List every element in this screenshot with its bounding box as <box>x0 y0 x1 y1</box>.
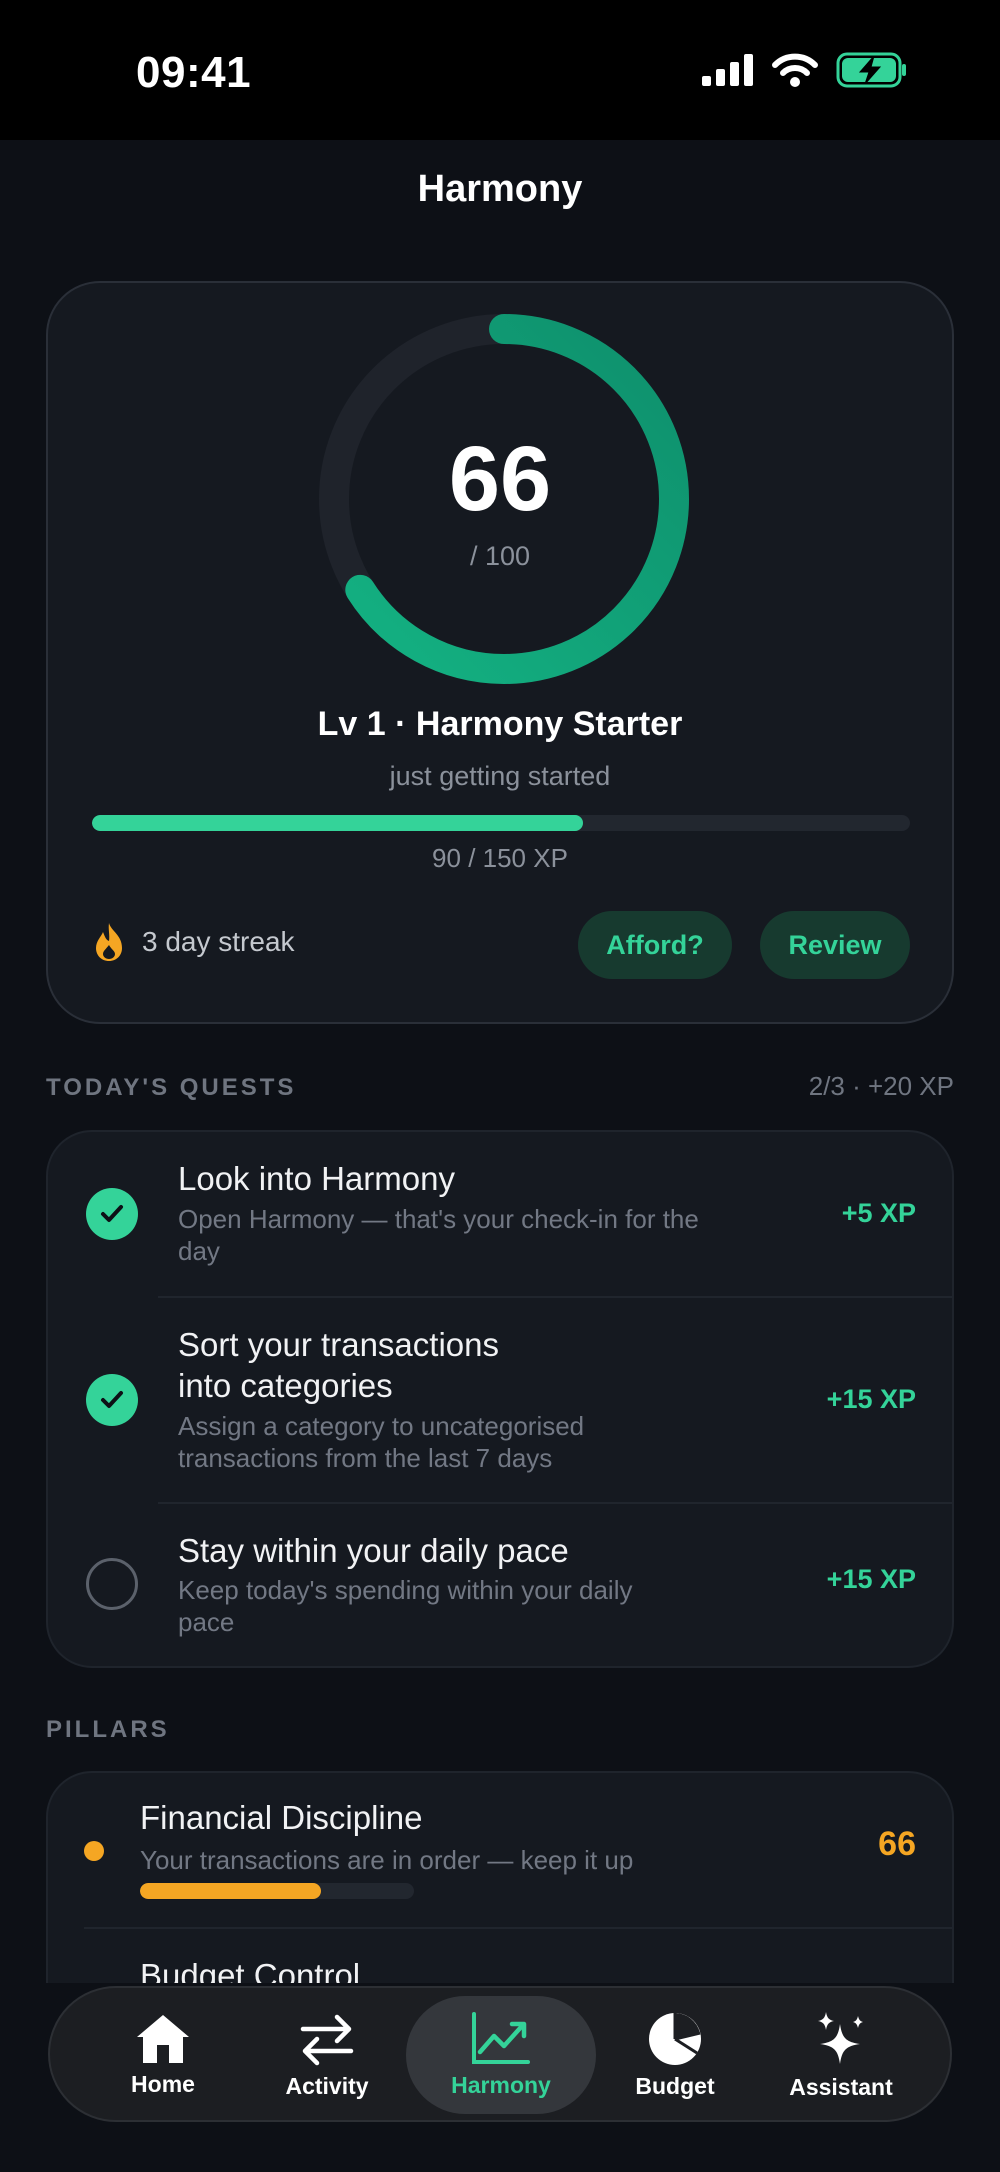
divider <box>84 1927 952 1929</box>
streak-text: 3 day streak <box>142 926 295 957</box>
sparkles-icon <box>818 2011 863 2064</box>
quest-checked-icon[interactable] <box>86 1374 138 1426</box>
pillar-progress-bar <box>140 1883 414 1899</box>
tab-budget[interactable]: Budget <box>580 1996 770 2114</box>
tab-label: Harmony <box>451 2071 551 2098</box>
page-title: Harmony <box>417 168 583 210</box>
streak: 3 day streak <box>92 921 295 963</box>
quest-row[interactable]: Sort your transactions into categories A… <box>48 1298 952 1504</box>
quest-title: Look into Harmony <box>178 1160 455 1197</box>
flame-icon <box>96 923 122 961</box>
pillar-description: Your transactions are in order — keep it… <box>140 1845 634 1875</box>
house-icon <box>137 2014 189 2063</box>
quest-checked-icon[interactable] <box>86 1188 138 1240</box>
harmony-score-card: 66 / 100 Lv 1 · Harmony Starter just get… <box>46 281 954 1024</box>
pie-chart-icon <box>649 2012 701 2065</box>
level-title: Lv 1 · Harmony Starter <box>317 705 683 743</box>
pillars-heading: PILLARS <box>46 1716 170 1743</box>
status-icons <box>702 52 908 88</box>
quest-xp: +5 XP <box>841 1198 916 1228</box>
quests-heading: TODAY'S QUESTS <box>46 1074 297 1101</box>
xp-progress-bar <box>92 815 910 831</box>
quest-description: Assign a category to uncategorised trans… <box>178 1411 585 1473</box>
tab-label: Assistant <box>789 2073 893 2100</box>
arrows-left-right-icon <box>300 2014 354 2065</box>
quest-row[interactable]: Stay within your daily pace Keep today's… <box>48 1504 952 1666</box>
bottom-tab-bar: Home Activity Harmony Budget Assistant <box>48 1986 952 2122</box>
tab-label: Budget <box>635 2072 715 2099</box>
tab-assistant[interactable]: Assistant <box>746 1996 936 2114</box>
tab-activity[interactable]: Activity <box>232 1996 422 2114</box>
quests-summary: 2/3 · +20 XP <box>808 1071 954 1101</box>
score-value: 66 <box>448 428 552 530</box>
wifi-icon <box>772 53 818 87</box>
pillar-title[interactable]: Financial Discipline <box>140 1799 422 1837</box>
quest-description: Open Harmony — that's your check-in for … <box>178 1204 699 1266</box>
tab-harmony[interactable]: Harmony <box>406 1996 596 2114</box>
tab-home[interactable]: Home <box>68 1996 258 2114</box>
status-bar: 09:41 <box>0 0 1000 140</box>
quest-unchecked-icon[interactable] <box>86 1558 138 1610</box>
score-max: / 100 <box>469 541 531 571</box>
status-time: 09:41 <box>136 48 252 97</box>
quest-title: Stay within your daily pace <box>178 1532 569 1569</box>
quest-xp: +15 XP <box>826 1564 916 1594</box>
review-button[interactable]: Review <box>760 911 910 979</box>
pillar-progress-fill <box>140 1883 321 1899</box>
xp-progress-fill <box>92 815 583 831</box>
quests-card: Look into Harmony Open Harmony — that's … <box>46 1130 954 1668</box>
pillar-status-dot <box>84 1841 104 1861</box>
quest-row[interactable]: Look into Harmony Open Harmony — that's … <box>48 1132 952 1296</box>
level-subtitle: just getting started <box>389 761 611 791</box>
pillar-score: 66 <box>878 1825 916 1863</box>
xp-text: 90 / 150 XP <box>432 843 568 873</box>
quest-xp: +15 XP <box>826 1384 916 1414</box>
quest-title: Sort your transactions into categories <box>178 1326 499 1404</box>
battery-charging-icon <box>836 52 906 88</box>
tab-label: Home <box>131 2070 195 2097</box>
trend-chart-icon <box>472 2011 530 2064</box>
tab-label: Activity <box>285 2072 369 2099</box>
cellular-signal-icon <box>702 54 753 86</box>
quest-description: Keep today's spending within your daily … <box>178 1575 633 1637</box>
afford-button[interactable]: Afford? <box>578 911 732 979</box>
